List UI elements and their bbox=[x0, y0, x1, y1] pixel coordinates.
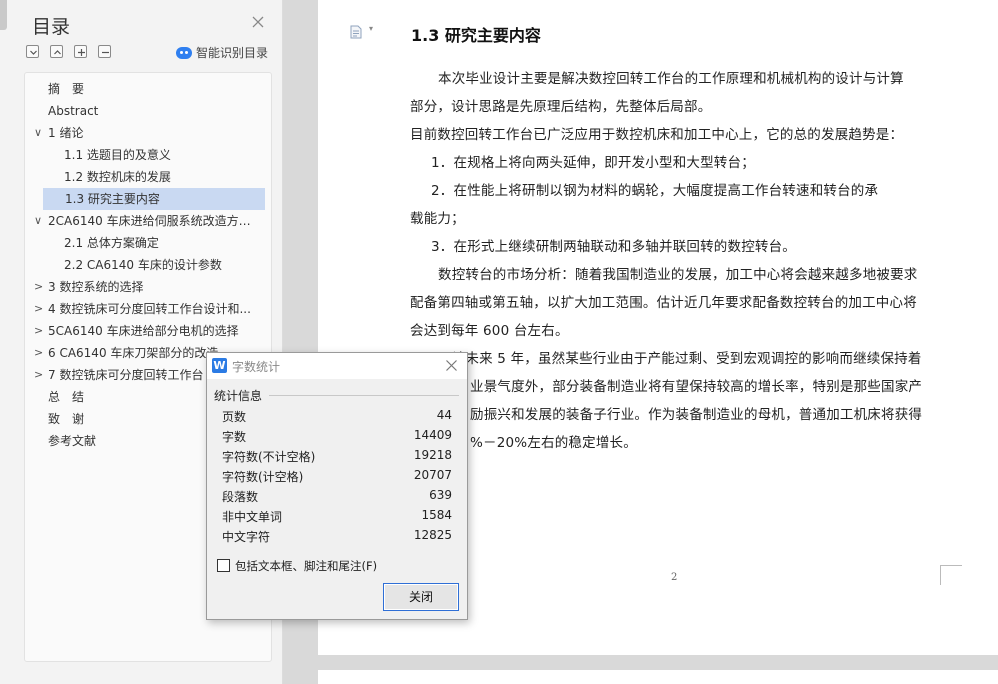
stats-section-label: 统计信息 bbox=[214, 389, 263, 403]
close-button[interactable]: 关闭 bbox=[383, 583, 459, 611]
stat-value: 14409 bbox=[413, 428, 452, 442]
smart-toc-button[interactable]: 智能识别目录 bbox=[176, 44, 268, 61]
divider bbox=[269, 395, 459, 396]
paragraph-line: 部分，设计思路是先原理后结构，先整体后局部。 bbox=[410, 99, 712, 115]
wps-app-icon: W bbox=[212, 358, 227, 373]
toc-item[interactable]: > 4 数控铣床可分度回转工作台设计和... bbox=[25, 298, 271, 320]
stat-label: 中文字符 bbox=[222, 530, 271, 544]
paragraph-line: 3．在形式上继续研制两轴联动和多轴并联回转的数控转台。 bbox=[431, 239, 796, 255]
toc-item-label: 5CA6140 车床进给部分电机的选择 bbox=[48, 324, 239, 338]
stat-value: 44 bbox=[436, 408, 452, 422]
paragraph-line: 励振兴和发展的装备子行业。作为装备制造业的母机，普通加工机床将获得 bbox=[470, 407, 923, 423]
stat-value: 19218 bbox=[413, 448, 452, 462]
toc-item-label: 6 CA6140 车床刀架部分的改造 bbox=[48, 346, 219, 360]
paragraph-line: 本次毕业设计主要是解决数控回转工作台的工作原理和机械机构的设计与计算 bbox=[438, 71, 904, 87]
toc-item[interactable]: 2.2 CA6140 车床的设计参数 bbox=[25, 254, 271, 276]
paragraph-line: %－20%左右的稳定增长。 bbox=[470, 435, 637, 451]
paragraph-line: 业景气度外，部分装备制造业将有望保持较高的增长率，特别是那些国家产 bbox=[470, 379, 923, 395]
include-notes-checkbox[interactable] bbox=[217, 559, 230, 572]
toc-item[interactable]: 摘 要 bbox=[25, 78, 271, 100]
toc-item-label: 1 绪论 bbox=[48, 126, 84, 140]
word-count-dialog: W 字数统计 统计信息 页数 44 字数 14409 字符数(不计空格) 192… bbox=[206, 352, 468, 620]
page-corner-mark bbox=[940, 565, 962, 585]
paragraph-line: 1．在规格上将向两头延伸，即开发小型和大型转台； bbox=[431, 155, 755, 171]
stat-value: 639 bbox=[429, 488, 452, 502]
toc-item[interactable]: 1.1 选题目的及意义 bbox=[25, 144, 271, 166]
chevron-down-icon[interactable]: ∨ bbox=[34, 122, 42, 144]
collapse-icon[interactable] bbox=[26, 45, 39, 58]
section-heading: 1.3 研究主要内容 bbox=[411, 26, 541, 45]
robot-icon bbox=[176, 46, 192, 59]
stat-label: 字符数(计空格) bbox=[222, 470, 304, 484]
plus-icon[interactable] bbox=[74, 45, 87, 58]
paragraph-line: 目前数控回转工作台已广泛应用于数控机床和加工中心上，它的总的发展趋势是： bbox=[410, 127, 904, 143]
paragraph-line: 预计未来 5 年，虽然某些行业由于产能过剩、受到宏观调控的影响而继续保持着 bbox=[438, 351, 922, 367]
paragraph-line: 数控转台的市场分析：随着我国制造业的发展，加工中心将会越来越多地被要求 bbox=[438, 267, 918, 283]
toc-item-selected[interactable]: 1.3 研究主要内容 bbox=[43, 188, 265, 210]
toc-title: 目录 bbox=[32, 16, 71, 38]
minus-icon[interactable] bbox=[98, 45, 111, 58]
stat-label: 段落数 bbox=[222, 490, 259, 504]
toc-item[interactable]: 1.2 数控机床的发展 bbox=[25, 166, 271, 188]
toc-item[interactable]: Abstract bbox=[25, 100, 271, 122]
chevron-right-icon[interactable]: > bbox=[34, 364, 43, 386]
close-icon[interactable] bbox=[251, 15, 265, 29]
toc-item-label: 2CA6140 车床进给伺服系统改造方案... bbox=[48, 214, 263, 228]
expand-icon[interactable] bbox=[50, 45, 63, 58]
stat-value: 12825 bbox=[413, 528, 452, 542]
paragraph-line: 载能力； bbox=[410, 211, 465, 227]
stat-label: 字符数(不计空格) bbox=[222, 450, 316, 464]
toc-item[interactable]: ∨ 2CA6140 车床进给伺服系统改造方案... bbox=[25, 210, 271, 232]
dialog-title: 字数统计 bbox=[232, 360, 281, 374]
include-notes-label[interactable]: 包括文本框、脚注和尾注(F) bbox=[235, 558, 377, 574]
smart-toc-label: 智能识别目录 bbox=[196, 46, 269, 60]
dialog-titlebar[interactable]: W 字数统计 bbox=[207, 353, 467, 379]
paragraph-line: 2．在性能上将研制以钢为材料的蜗轮，大幅度提高工作台转速和转台的承 bbox=[431, 183, 879, 199]
toc-item-label: 3 数控系统的选择 bbox=[48, 280, 144, 294]
stat-label: 字数 bbox=[222, 430, 247, 444]
toc-item[interactable]: > 3 数控系统的选择 bbox=[25, 276, 271, 298]
close-icon[interactable] bbox=[445, 359, 458, 372]
document-icon[interactable] bbox=[350, 25, 362, 39]
chevron-right-icon[interactable]: > bbox=[34, 276, 43, 298]
chevron-right-icon[interactable]: > bbox=[34, 320, 43, 342]
stat-value: 20707 bbox=[413, 468, 452, 482]
toc-item-label: 7 数控铣床可分度回转工作台 bbox=[48, 368, 204, 382]
toc-item-label: 4 数控铣床可分度回转工作台设计和... bbox=[48, 302, 251, 316]
paragraph-line: 配备第四轴或第五轴，以扩大加工范围。估计近几年要求配备数控转台的加工中心将 bbox=[410, 295, 917, 311]
chevron-down-icon[interactable]: ▾ bbox=[369, 24, 373, 33]
page-number: 2 bbox=[671, 572, 678, 583]
stat-label: 页数 bbox=[222, 410, 247, 424]
stat-label: 非中文单词 bbox=[222, 510, 283, 524]
stat-value: 1584 bbox=[421, 508, 452, 522]
toc-item[interactable]: > 5CA6140 车床进给部分电机的选择 bbox=[25, 320, 271, 342]
toc-scrollbar[interactable] bbox=[0, 0, 7, 30]
toc-item[interactable]: ∨ 1 绪论 bbox=[25, 122, 271, 144]
chevron-down-icon[interactable]: ∨ bbox=[34, 210, 42, 232]
chevron-right-icon[interactable]: > bbox=[34, 298, 43, 320]
chevron-right-icon[interactable]: > bbox=[34, 342, 43, 364]
paragraph-line: 会达到每年 600 台左右。 bbox=[410, 323, 569, 339]
next-page-edge bbox=[318, 670, 998, 684]
toc-item[interactable]: 2.1 总体方案确定 bbox=[25, 232, 271, 254]
